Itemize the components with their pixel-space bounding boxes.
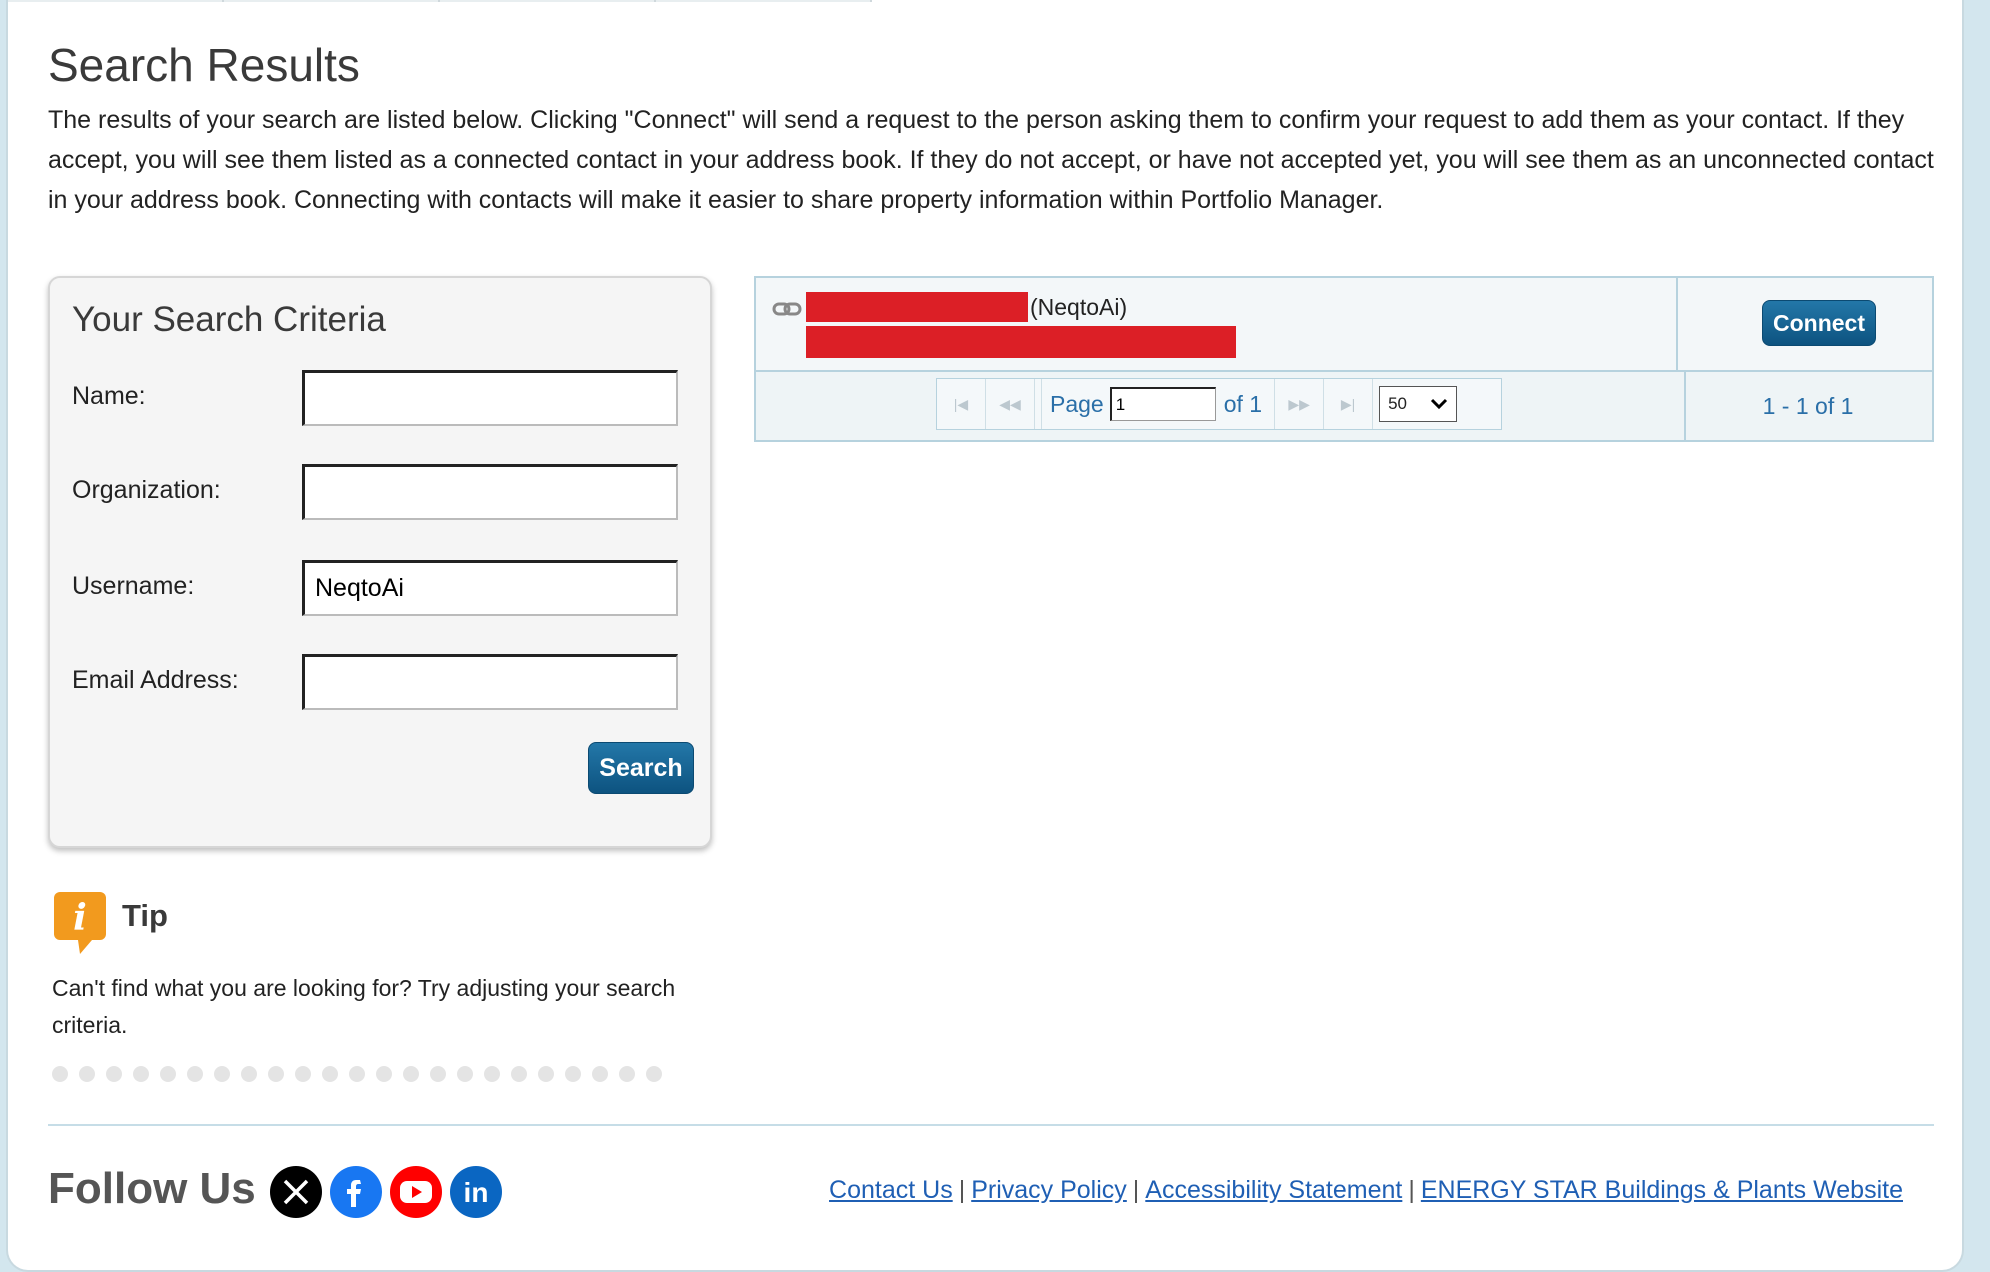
result-username: (NeqtoAi): [1030, 294, 1128, 320]
tip-title: Tip: [122, 898, 168, 933]
connect-button[interactable]: Connect: [1762, 300, 1876, 346]
pager-row: |◀ ◀◀ Page of 1 ▶▶ ▶| 50 1 - 1 of 1: [756, 372, 1932, 440]
contact-us-link[interactable]: Contact Us: [829, 1176, 953, 1204]
result-count: 1 - 1 of 1: [1762, 392, 1854, 419]
username-input[interactable]: [302, 560, 678, 616]
search-button[interactable]: Search: [588, 742, 694, 794]
footer-links: Contact Us | Privacy Policy | Accessibility …: [829, 1176, 1903, 1204]
redacted-details: [806, 326, 1236, 358]
search-criteria-panel: Your Search Criteria Name: Organization:…: [48, 276, 712, 848]
username-label: Username:: [72, 572, 195, 600]
name-input[interactable]: [302, 370, 678, 426]
organization-label: Organization:: [72, 476, 221, 504]
page-of-label: of 1: [1223, 390, 1263, 417]
criteria-heading: Your Search Criteria: [72, 300, 386, 339]
pager: |◀ ◀◀ Page of 1 ▶▶ ▶| 50: [936, 378, 1502, 430]
last-page-icon[interactable]: ▶|: [1324, 379, 1374, 429]
redacted-name: [806, 292, 1028, 322]
table-row: (NeqtoAi) Connect: [756, 278, 1932, 372]
organization-input[interactable]: [302, 464, 678, 520]
next-page-icon[interactable]: ▶▶: [1275, 379, 1325, 429]
link-icon: [772, 302, 802, 316]
privacy-policy-link[interactable]: Privacy Policy: [971, 1176, 1127, 1204]
page-size-value: 50: [1388, 394, 1408, 413]
page-size-select[interactable]: 50: [1379, 386, 1458, 422]
page-container: Search Results The results of your searc…: [6, 0, 1964, 1272]
linkedin-icon[interactable]: in: [450, 1166, 502, 1218]
email-label: Email Address:: [72, 666, 239, 694]
page-label: Page: [1050, 390, 1104, 417]
footer-divider: [48, 1124, 1934, 1126]
energy-star-website-link[interactable]: ENERGY STAR Buildings & Plants Website: [1421, 1176, 1903, 1204]
dotted-divider: [52, 1066, 692, 1084]
prev-page-icon[interactable]: ◀◀: [986, 379, 1035, 429]
results-table: (NeqtoAi) Connect |◀ ◀◀ Page of 1 ▶▶ ▶| …: [754, 276, 1934, 442]
page-number-input[interactable]: [1109, 387, 1216, 421]
chevron-down-icon: [1431, 398, 1448, 410]
facebook-icon[interactable]: [330, 1166, 382, 1218]
svg-text:i: i: [73, 897, 87, 939]
youtube-icon[interactable]: [390, 1166, 442, 1218]
page-intro: The results of your search are listed be…: [48, 106, 1934, 214]
x-icon[interactable]: [270, 1166, 322, 1218]
email-input[interactable]: [302, 654, 678, 710]
top-tab-strip: [8, 0, 888, 3]
info-icon: i: [54, 892, 106, 954]
page-title: Search Results: [48, 39, 360, 91]
first-page-icon[interactable]: |◀: [937, 379, 986, 429]
svg-text:in: in: [464, 1177, 489, 1207]
name-label: Name:: [72, 382, 146, 410]
follow-us-label: Follow Us: [48, 1164, 256, 1213]
tip-text: Can't find what you are looking for? Try…: [52, 975, 676, 1038]
accessibility-statement-link[interactable]: Accessibility Statement: [1145, 1176, 1402, 1204]
